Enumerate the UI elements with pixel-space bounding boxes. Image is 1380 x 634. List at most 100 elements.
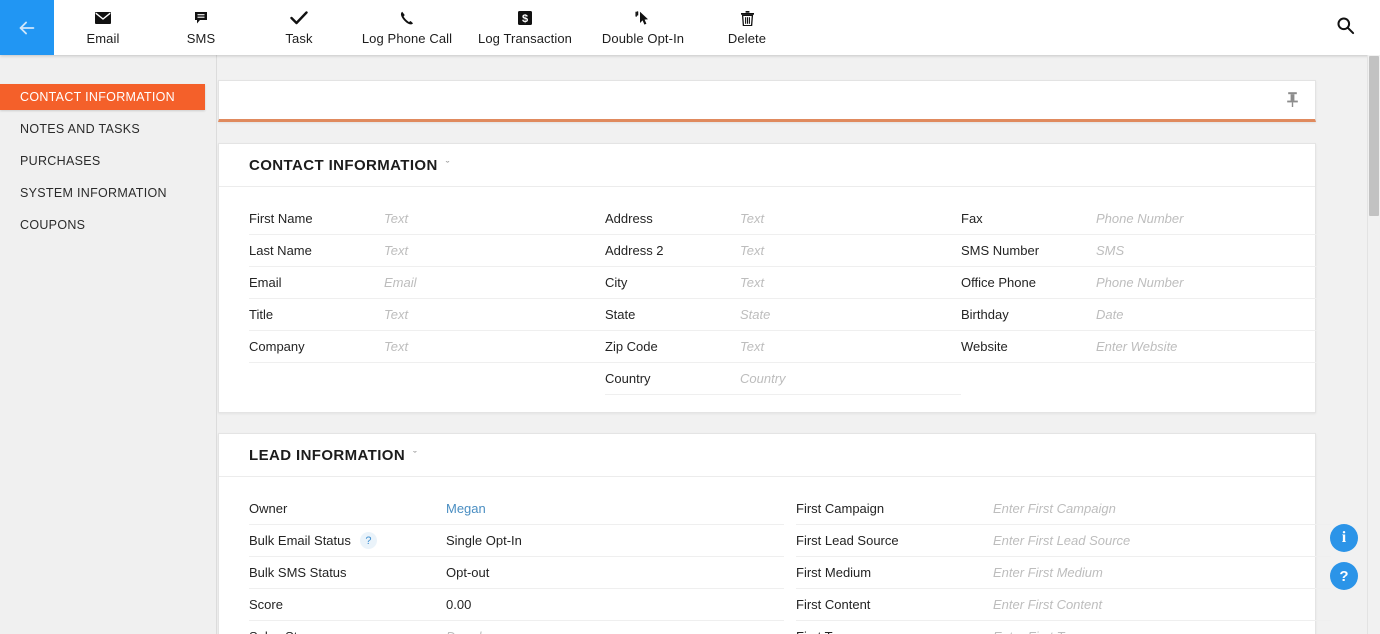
field-row-first-term: First Term Enter First Term xyxy=(796,621,1331,634)
field-label: First Content xyxy=(796,597,871,612)
chevron-down-icon[interactable]: ˇ xyxy=(413,450,417,462)
field-label: Address 2 xyxy=(605,243,664,258)
sidebar-item-coupons[interactable]: COUPONS xyxy=(0,212,216,238)
vertical-scrollbar-thumb[interactable] xyxy=(1369,56,1379,216)
sidebar-item-notes-and-tasks[interactable]: NOTES AND TASKS xyxy=(0,116,216,142)
sidebar-item-purchases[interactable]: PURCHASES xyxy=(0,148,216,174)
field-label: State xyxy=(605,307,636,322)
chat-bubble-icon xyxy=(194,9,208,27)
last-name-input[interactable]: Text xyxy=(384,243,605,258)
field-label: First Campaign xyxy=(796,501,885,516)
info-icon: i xyxy=(1341,529,1347,546)
address-input[interactable]: Text xyxy=(740,211,961,226)
field-label: Title xyxy=(249,307,274,322)
field-row-address: Address Text xyxy=(605,203,961,235)
log-transaction-action-label: Log Transaction xyxy=(477,31,572,46)
field-row-title: Title Text xyxy=(249,299,605,331)
field-row-first-lead-source: First Lead Source Enter First Lead Sourc… xyxy=(796,525,1331,557)
field-row-website: Website Enter Website xyxy=(961,331,1317,363)
office-phone-input[interactable]: Phone Number xyxy=(1096,275,1317,290)
owner-link[interactable]: Megan xyxy=(446,501,784,516)
sms-action-label: SMS xyxy=(186,31,216,46)
field-label: Birthday xyxy=(961,307,1009,322)
search-button[interactable] xyxy=(1332,15,1358,41)
chevron-down-icon[interactable]: ˇ xyxy=(446,160,450,172)
task-action-button[interactable]: Task xyxy=(250,0,348,55)
field-label: City xyxy=(605,275,628,290)
score-value[interactable]: 0.00 xyxy=(446,597,784,612)
field-label: Website xyxy=(961,339,1008,354)
sidebar-item-label: SYSTEM INFORMATION xyxy=(20,186,167,200)
sidebar-item-label: PURCHASES xyxy=(20,154,101,168)
contact-information-card: CONTACT INFORMATION ˇ First Name Text La… xyxy=(218,143,1317,413)
lead-information-card-header[interactable]: LEAD INFORMATION ˇ xyxy=(219,434,1315,477)
sms-number-input[interactable]: SMS xyxy=(1096,243,1317,258)
country-input[interactable]: Country xyxy=(740,371,961,386)
title-input[interactable]: Text xyxy=(384,307,605,322)
company-input[interactable]: Text xyxy=(384,339,605,354)
field-label: Office Phone xyxy=(961,275,1036,290)
field-row-score: Score 0.00 xyxy=(249,589,784,621)
double-opt-in-action-label: Double Opt-In xyxy=(601,31,685,46)
double-opt-in-action-button[interactable]: Double Opt-In xyxy=(584,0,702,55)
contact-column-1: First Name Text Last Name Text Email Ema… xyxy=(249,203,605,395)
first-lead-source-input[interactable]: Enter First Lead Source xyxy=(993,533,1331,548)
field-row-first-medium: First Medium Enter First Medium xyxy=(796,557,1331,589)
phone-icon xyxy=(400,9,414,27)
first-content-input[interactable]: Enter First Content xyxy=(993,597,1331,612)
cursor-click-icon xyxy=(635,9,651,27)
log-phone-call-action-button[interactable]: Log Phone Call xyxy=(348,0,466,55)
info-fab[interactable]: i xyxy=(1330,524,1358,552)
sidebar-item-contact-information[interactable]: CONTACT INFORMATION xyxy=(0,84,205,110)
bulk-sms-status-value[interactable]: Opt-out xyxy=(446,565,784,580)
record-title-bar[interactable] xyxy=(218,80,1316,122)
city-input[interactable]: Text xyxy=(740,275,961,290)
arrow-left-icon xyxy=(16,17,38,39)
website-input[interactable]: Enter Website xyxy=(1096,339,1317,354)
field-row-bulk-email-status: Bulk Email Status ? Single Opt-In xyxy=(249,525,784,557)
svg-text:$: $ xyxy=(522,13,528,25)
first-medium-input[interactable]: Enter First Medium xyxy=(993,565,1331,580)
birthday-input[interactable]: Date xyxy=(1096,307,1317,322)
trash-icon xyxy=(740,9,754,27)
back-button[interactable] xyxy=(0,0,54,55)
first-campaign-input[interactable]: Enter First Campaign xyxy=(993,501,1331,516)
field-row-state: State State xyxy=(605,299,961,331)
field-label: Bulk Email Status ? xyxy=(249,532,446,549)
field-row-address-2: Address 2 Text xyxy=(605,235,961,267)
first-name-input[interactable]: Text xyxy=(384,211,605,226)
field-label: First Term xyxy=(796,629,993,634)
lead-column-1: Owner Megan Bulk Email Status ? Single O… xyxy=(249,493,784,634)
sidebar-item-system-information[interactable]: SYSTEM INFORMATION xyxy=(0,180,216,206)
email-input[interactable]: Email xyxy=(384,275,605,290)
field-row-first-content: First Content Enter First Content xyxy=(796,589,1331,621)
field-label: Address xyxy=(605,211,653,226)
lead-column-2: First Campaign Enter First Campaign Firs… xyxy=(796,493,1331,634)
log-transaction-action-button[interactable]: $ Log Transaction xyxy=(466,0,584,55)
field-row-fax: Fax Phone Number xyxy=(961,203,1317,235)
email-action-button[interactable]: Email xyxy=(54,0,152,55)
contact-information-card-header[interactable]: CONTACT INFORMATION ˇ xyxy=(219,144,1315,187)
help-icon[interactable]: ? xyxy=(359,532,377,549)
field-label: Country xyxy=(605,371,651,386)
delete-action-button[interactable]: Delete xyxy=(702,0,792,55)
field-row-company: Company Text xyxy=(249,331,605,363)
bulk-email-status-value[interactable]: Single Opt-In xyxy=(446,533,784,548)
pin-button[interactable] xyxy=(1279,89,1305,115)
state-input[interactable]: State xyxy=(740,307,961,322)
address-2-input[interactable]: Text xyxy=(740,243,961,258)
contact-column-2: Address Text Address 2 Text City Text St… xyxy=(605,203,961,395)
sidebar-item-label: CONTACT INFORMATION xyxy=(20,90,175,104)
question-icon: ? xyxy=(1339,567,1349,585)
field-row-owner: Owner Megan xyxy=(249,493,784,525)
search-icon xyxy=(1336,16,1355,40)
field-row-last-name: Last Name Text xyxy=(249,235,605,267)
zip-code-input[interactable]: Text xyxy=(740,339,961,354)
sms-action-button[interactable]: SMS xyxy=(152,0,250,55)
field-label: First Medium xyxy=(796,565,872,580)
help-fab[interactable]: ? xyxy=(1330,562,1358,590)
field-row-first-campaign: First Campaign Enter First Campaign xyxy=(796,493,1331,525)
sales-stage-dropdown[interactable]: Dropdown xyxy=(446,629,784,634)
first-term-input[interactable]: Enter First Term xyxy=(993,629,1331,634)
fax-input[interactable]: Phone Number xyxy=(1096,211,1317,226)
